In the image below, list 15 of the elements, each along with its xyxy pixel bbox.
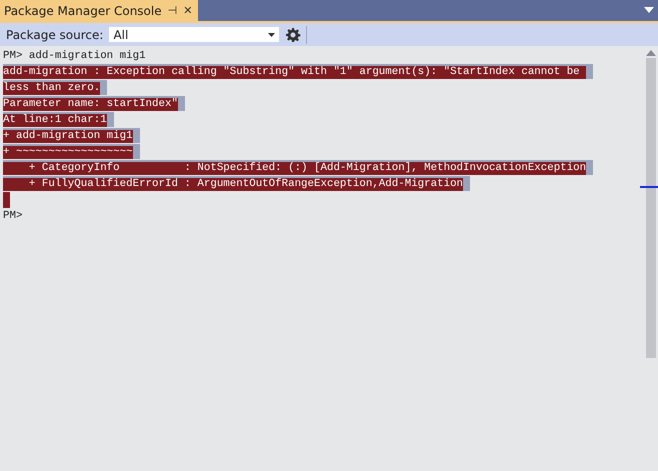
scroll-up-icon[interactable] (646, 50, 656, 56)
close-button[interactable]: ✕ (183, 4, 192, 17)
package-source-label: Package source: (6, 28, 104, 42)
caret-marker (640, 186, 658, 188)
package-source-dropdown[interactable]: All (108, 26, 280, 43)
scroll-thumb[interactable] (646, 58, 656, 358)
settings-icon[interactable] (285, 26, 302, 42)
console-line: PM> (3, 210, 22, 222)
caret-icon (268, 32, 276, 36)
console-line: PM> add-migration mig1 (3, 50, 146, 62)
tab-title: Package Manager Console (4, 4, 162, 18)
console-tab[interactable]: Package Manager Console ⊣ ✕ (0, 0, 198, 21)
pin-button[interactable]: ⊣ (168, 4, 178, 17)
dropdown-icon[interactable] (644, 7, 654, 13)
error-block (3, 192, 10, 208)
